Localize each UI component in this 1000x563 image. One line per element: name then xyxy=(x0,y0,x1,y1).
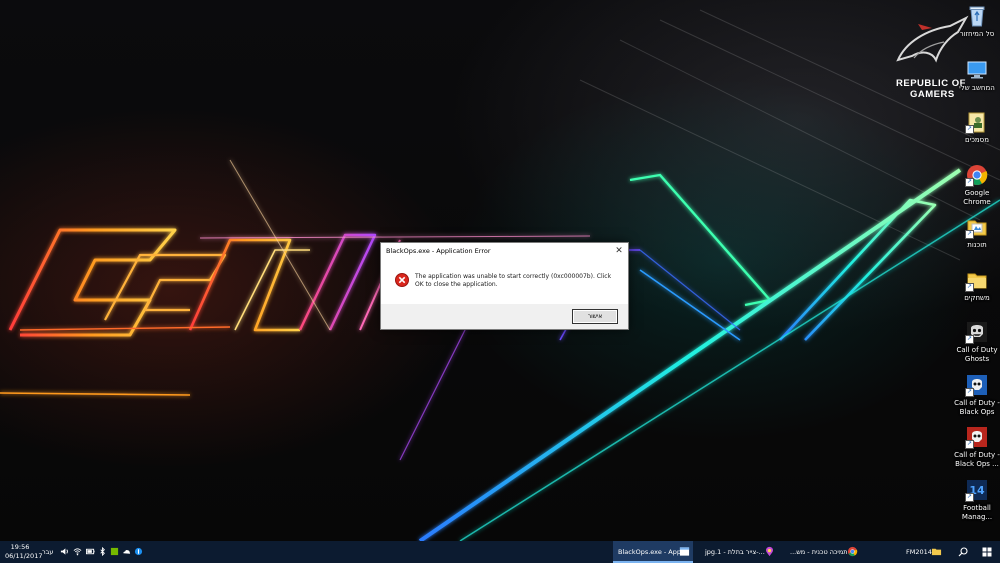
dialog-titlebar[interactable]: BlackOps.exe - Application Error ✕ xyxy=(381,243,628,259)
close-icon[interactable]: ✕ xyxy=(610,243,628,259)
onedrive-icon[interactable] xyxy=(122,547,131,556)
taskbar-item-blackops[interactable]: BlackOps.exe - App... xyxy=(613,541,693,563)
app-window-icon xyxy=(679,547,690,556)
tray-app-icon[interactable] xyxy=(134,547,143,556)
shortcut-arrow-icon: ↗ xyxy=(965,388,974,397)
desktop-icon-label: Call of Duty Ghosts xyxy=(956,346,998,363)
dialog-title: BlackOps.exe - Application Error xyxy=(386,247,491,255)
desktop-icon-cod-blackops-2[interactable]: ↗ Call of Duty - Black Ops ... xyxy=(953,425,1000,468)
desktop-icon-cod-ghosts[interactable]: ↗ Call of Duty Ghosts xyxy=(953,320,1000,363)
desktop-icon-documents[interactable]: ↗ מסמכים xyxy=(953,110,1000,145)
desktop-icon-label: תוכנות xyxy=(967,241,987,249)
error-icon xyxy=(395,272,409,287)
cod-blackops-icon: ↗ xyxy=(965,373,989,397)
desktop: REPUBLIC OF GAMERS סל המיחזור המחשב שלי … xyxy=(0,0,1000,541)
folder-icon: ↗ xyxy=(965,268,989,292)
shortcut-arrow-icon: ↗ xyxy=(965,283,974,292)
desktop-icon-programs-folder[interactable]: ↗ תוכנות xyxy=(953,215,1000,250)
desktop-icon-label: Football Manag... xyxy=(961,504,993,521)
paint3d-icon xyxy=(766,546,773,557)
desktop-icon-this-pc[interactable]: המחשב שלי xyxy=(953,58,1000,93)
football-manager-icon: 14 ↗ xyxy=(965,478,989,502)
taskbar: 19:56 06/11/2017 עבר BlackOps.exe - App.… xyxy=(0,541,1000,563)
documents-icon: ↗ xyxy=(965,110,989,134)
chrome-icon xyxy=(847,546,858,557)
dialog-message: The application was unable to start corr… xyxy=(415,273,612,288)
shortcut-arrow-icon: ↗ xyxy=(965,178,974,187)
desktop-icon-label: Call of Duty - Black Ops xyxy=(954,399,1000,416)
nvidia-icon[interactable] xyxy=(110,547,119,556)
taskbar-item-label: BlackOps.exe - App... xyxy=(618,548,688,556)
desktop-icon-football-manager[interactable]: 14 ↗ Football Manag... xyxy=(953,478,1000,521)
taskbar-clock[interactable]: 19:56 06/11/2017 xyxy=(5,543,43,560)
this-pc-icon xyxy=(965,58,989,82)
shortcut-arrow-icon: ↗ xyxy=(965,125,974,134)
clock-date: 06/11/2017 xyxy=(5,551,43,560)
desktop-icon-label: מסמכים xyxy=(965,136,989,144)
dialog-footer: אישור xyxy=(381,304,628,329)
desktop-icon-cod-blackops[interactable]: ↗ Call of Duty - Black Ops xyxy=(953,373,1000,416)
desktop-icon-recycle-bin[interactable]: סל המיחזור xyxy=(953,4,1000,39)
recycle-bin-icon xyxy=(965,4,989,28)
cod-ghosts-icon: ↗ xyxy=(965,320,989,344)
battery-icon[interactable] xyxy=(86,547,95,556)
cod-blackops2-icon: ↗ xyxy=(965,425,989,449)
taskbar-item-label: תמיכה טכנית - מש... xyxy=(790,548,848,556)
taskbar-item-paint3d[interactable]: jpg.1 - צייר בתלת-... xyxy=(700,541,780,563)
desktop-icon-label: Call of Duty - Black Ops ... xyxy=(954,451,1000,468)
language-indicator[interactable]: עבר xyxy=(42,541,54,563)
volume-icon[interactable] xyxy=(60,547,69,556)
folder-icon xyxy=(931,548,942,556)
shortcut-arrow-icon: ↗ xyxy=(965,440,974,449)
shortcut-arrow-icon: ↗ xyxy=(965,335,974,344)
wifi-icon[interactable] xyxy=(73,547,82,556)
windows-start-icon[interactable] xyxy=(982,547,992,557)
taskbar-item-label: jpg.1 - צייר בתלת-... xyxy=(705,548,765,556)
desktop-icon-games-folder[interactable]: ↗ משחקים xyxy=(953,268,1000,303)
taskbar-item-label: FM2014 xyxy=(906,548,932,556)
ok-button[interactable]: אישור xyxy=(572,309,618,324)
taskbar-item-fm2014[interactable]: FM2014 xyxy=(898,541,946,563)
search-icon[interactable] xyxy=(958,547,968,557)
clock-time: 19:56 xyxy=(10,543,30,551)
shortcut-arrow-icon: ↗ xyxy=(965,493,974,502)
dialog-body: The application was unable to start corr… xyxy=(381,259,628,304)
chrome-icon: ↗ xyxy=(965,163,989,187)
application-error-dialog: BlackOps.exe - Application Error ✕ The a… xyxy=(380,242,629,330)
rog-logo-line-2: GAMERS xyxy=(910,89,955,100)
desktop-icon-label: משחקים xyxy=(964,294,990,302)
bluetooth-icon[interactable] xyxy=(98,547,107,556)
desktop-icon-label: המחשב שלי xyxy=(959,84,995,92)
taskbar-item-chrome[interactable]: תמיכה טכנית - מש... xyxy=(785,541,863,563)
desktop-icon-google-chrome[interactable]: ↗ Google Chrome xyxy=(953,163,1000,206)
desktop-icon-label: סל המיחזור xyxy=(959,30,995,38)
desktop-icon-label: Google Chrome xyxy=(963,189,991,206)
folder-icon: ↗ xyxy=(965,215,989,239)
shortcut-arrow-icon: ↗ xyxy=(965,230,974,239)
